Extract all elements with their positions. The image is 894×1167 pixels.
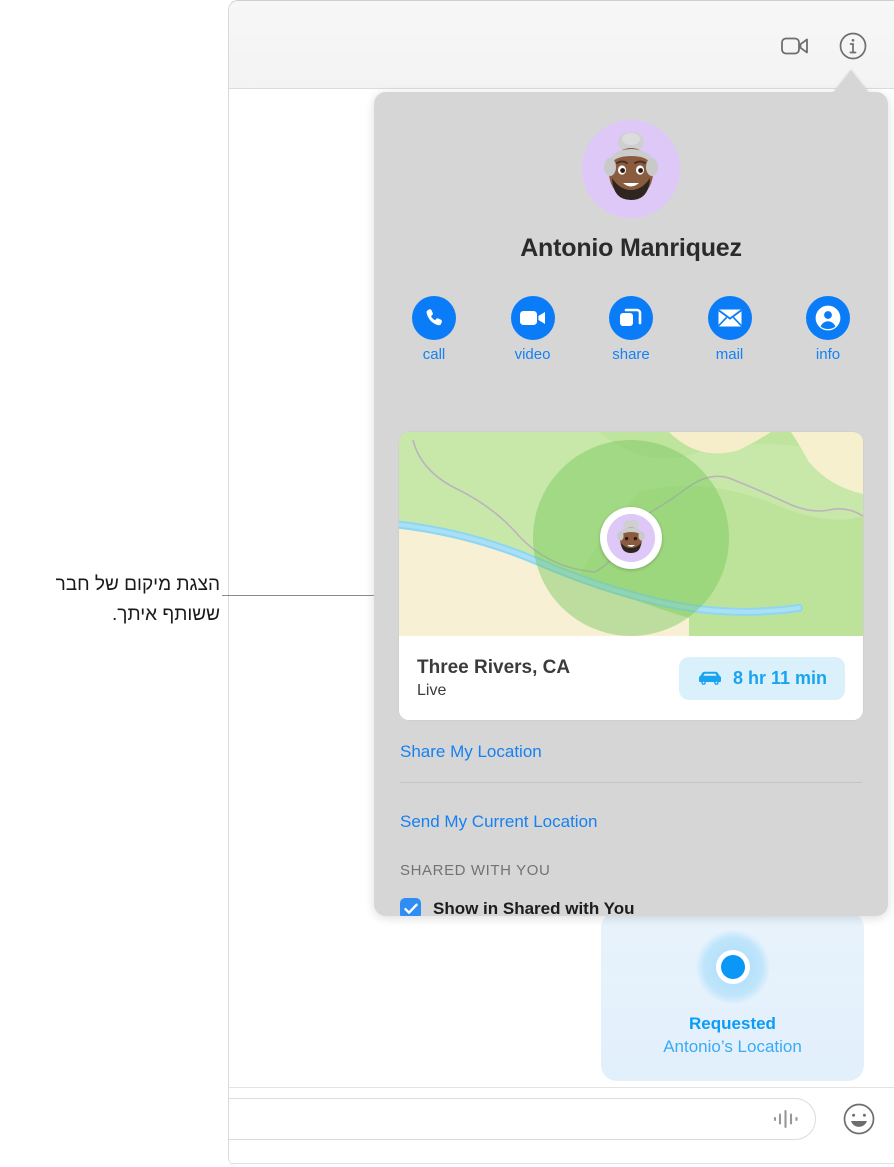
map-canvas[interactable] xyxy=(399,432,863,636)
callout-leader-line xyxy=(222,595,374,596)
contact-actions-row: call video share mail info xyxy=(392,296,870,363)
info-button[interactable] xyxy=(832,27,874,65)
action-info-circle xyxy=(806,296,850,340)
video-camera-icon xyxy=(519,311,545,325)
video-camera-icon xyxy=(781,37,808,55)
action-share-label: share xyxy=(612,346,650,363)
show-in-shared-with-you-row[interactable]: Show in Shared with You xyxy=(400,898,635,916)
shared-with-you-header: SHARED WITH YOU xyxy=(400,862,551,879)
share-my-location-link[interactable]: Share My Location xyxy=(400,742,542,762)
action-share[interactable]: share xyxy=(589,296,673,363)
action-mail[interactable]: mail xyxy=(688,296,772,363)
action-video-label: video xyxy=(514,346,551,363)
window-bottom-divider xyxy=(229,1163,894,1164)
map-location-pin[interactable] xyxy=(600,507,662,569)
checkmark-icon xyxy=(403,903,418,914)
eta-badge[interactable]: 8 hr 11 min xyxy=(678,656,845,700)
action-call[interactable]: call xyxy=(392,296,476,363)
bubble-title: Requested xyxy=(689,1014,776,1033)
person-circle-icon xyxy=(815,305,841,331)
emoji-button[interactable] xyxy=(840,1100,878,1138)
memoji-avatar xyxy=(582,120,680,218)
message-bubble-requested-location[interactable]: Requested Antonio’s Location xyxy=(601,912,864,1081)
facetime-button[interactable] xyxy=(774,27,816,65)
action-share-circle xyxy=(609,296,653,340)
action-video-circle xyxy=(510,296,555,340)
info-circle-icon xyxy=(839,32,867,60)
location-dot-icon xyxy=(695,930,770,1004)
contact-name: Antonio Manriquez xyxy=(520,234,742,262)
action-call-circle xyxy=(412,296,456,340)
window-toolbar xyxy=(229,1,894,89)
action-mail-label: mail xyxy=(715,346,744,363)
memoji-map-pin xyxy=(607,514,655,562)
audio-waveform-icon[interactable] xyxy=(771,1108,801,1130)
eta-text: 8 hr 11 min xyxy=(732,667,827,688)
contact-info-popover: Antonio Manriquez call video share mail … xyxy=(374,92,888,916)
avatar[interactable] xyxy=(582,120,680,218)
send-my-current-location-link[interactable]: Send My Current Location xyxy=(400,812,598,832)
location-dot-ring xyxy=(715,950,750,984)
smiley-face-icon xyxy=(843,1103,875,1135)
message-input-bar xyxy=(229,1087,894,1167)
action-call-label: call xyxy=(422,346,446,363)
map-place-block: Three Rivers, CA Live xyxy=(417,655,570,702)
envelope-icon xyxy=(717,309,742,327)
windows-share-icon xyxy=(620,308,642,326)
car-icon xyxy=(698,671,721,685)
map-footer: Three Rivers, CA Live 8 hr 11 min xyxy=(399,636,863,720)
phone-icon xyxy=(426,309,442,326)
message-input-field[interactable] xyxy=(229,1098,816,1140)
location-dot-core xyxy=(720,955,745,979)
bubble-subtitle: Antonio’s Location xyxy=(663,1037,802,1056)
popover-divider xyxy=(400,782,862,783)
callout-text: הצגת מיקום של חבר ששותף איתך. xyxy=(55,574,220,625)
show-in-shared-with-you-label: Show in Shared with You xyxy=(433,898,635,917)
map-place-name: Three Rivers, CA xyxy=(417,656,571,678)
map-live-status: Live xyxy=(417,681,447,699)
show-in-shared-with-you-checkbox[interactable] xyxy=(400,898,421,916)
action-video[interactable]: video xyxy=(491,296,575,363)
action-mail-circle xyxy=(707,296,752,340)
action-info[interactable]: info xyxy=(786,296,870,363)
popover-tail xyxy=(832,70,870,94)
action-info-label: info xyxy=(815,346,841,363)
location-map-card[interactable]: Three Rivers, CA Live 8 hr 11 min xyxy=(399,432,863,720)
